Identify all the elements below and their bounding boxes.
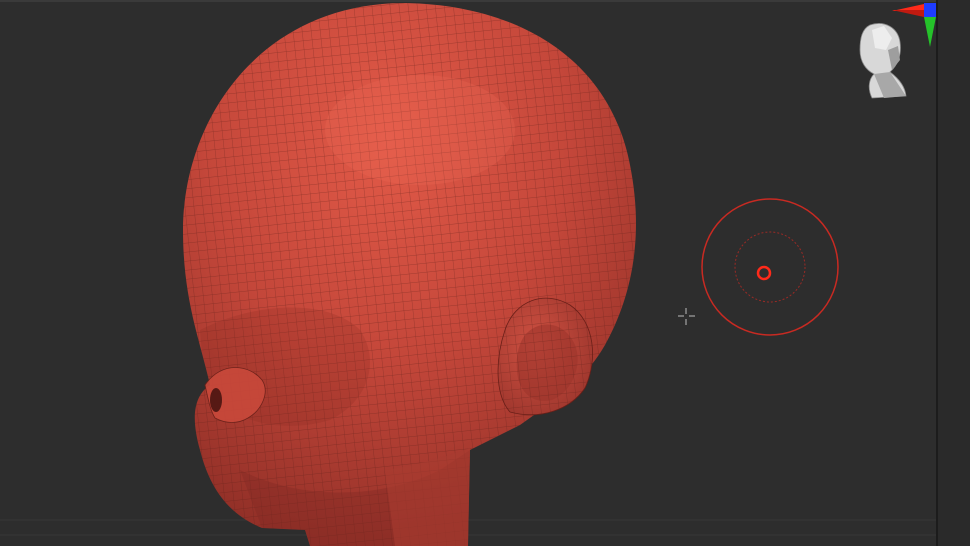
x-axis-arrow bbox=[892, 4, 924, 11]
brush-center-dot bbox=[756, 265, 772, 281]
scene-canvas[interactable] bbox=[0, 0, 970, 546]
right-shelf-panel bbox=[938, 0, 970, 546]
crosshair-cursor-icon bbox=[678, 308, 695, 325]
head-orientation-gizmo-icon[interactable] bbox=[859, 3, 936, 99]
brush-focal-radius bbox=[734, 231, 806, 303]
brush-cursor bbox=[701, 198, 839, 336]
3d-viewport[interactable] bbox=[0, 0, 970, 546]
z-axis-cube bbox=[924, 3, 936, 17]
head-mesh bbox=[183, 3, 636, 546]
brush-outer-radius bbox=[701, 198, 839, 336]
ear bbox=[497, 297, 593, 416]
floor-grid bbox=[0, 519, 970, 536]
y-axis-arrow bbox=[924, 17, 936, 47]
